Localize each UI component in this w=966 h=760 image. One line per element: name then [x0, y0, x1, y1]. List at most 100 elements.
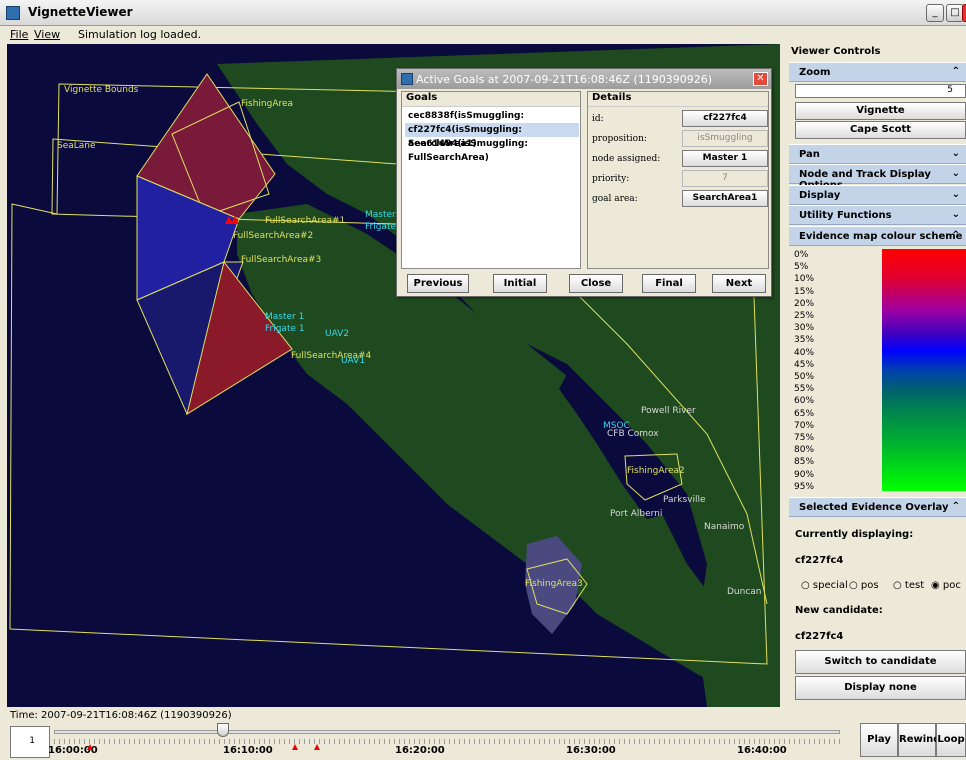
map-unit-label[interactable]: Frigate 1 [265, 324, 305, 334]
event-marker[interactable] [87, 744, 93, 750]
viewer-controls-panel: Viewer Controls Zoom ⌃ 5 Vignette Cape S… [789, 44, 966, 707]
radio-special[interactable]: ○ special [801, 580, 848, 591]
percent-label: 75% [794, 433, 815, 443]
map-label: FishingArea [241, 99, 294, 109]
section-overlay-label: Selected Evidence Overlay [799, 502, 949, 513]
map-unit-label[interactable]: Master [365, 210, 396, 220]
percent-label: 20% [794, 298, 815, 309]
tick-label: 16:40:00 [737, 745, 787, 756]
rewind-button[interactable]: Rewind [898, 723, 940, 757]
dialog-icon [401, 73, 413, 85]
id-value-button[interactable]: cf227fc4 [682, 110, 768, 127]
new-candidate-label: New candidate: [795, 605, 883, 616]
next-button[interactable]: Next [712, 274, 766, 293]
map-label: SeaLane [57, 141, 96, 151]
final-button[interactable]: Final [642, 274, 696, 293]
node-assigned-label: node assigned: [592, 154, 661, 164]
section-evidence-colour[interactable]: Evidence map colour scheme ⌃ [789, 226, 966, 246]
percent-label: 15% [794, 286, 815, 297]
timeline-track[interactable] [54, 730, 840, 734]
app-icon [6, 6, 20, 20]
section-pan-label: Pan [799, 149, 820, 160]
event-marker[interactable] [292, 744, 298, 750]
dialog-close-icon[interactable]: ✕ [753, 72, 768, 86]
map-label: FishingArea3 [525, 579, 583, 589]
map-label: FishingArea2 [627, 466, 685, 476]
section-pan[interactable]: Pan ⌄ [789, 144, 966, 164]
chevron-up-icon: ⌃ [951, 230, 960, 241]
map-label: Vignette Bounds [64, 85, 139, 95]
dialog-title-bar[interactable]: Active Goals at 2007-09-21T16:08:46Z (11… [397, 69, 771, 89]
percent-label: 60% [794, 396, 815, 407]
event-marker[interactable] [314, 744, 320, 750]
percent-label: 95% [794, 481, 815, 492]
chevron-up-icon: ⌃ [951, 501, 960, 512]
close-window-button[interactable] [962, 4, 966, 22]
section-zoom-label: Zoom [799, 67, 831, 78]
proposition-label: proposition: [592, 134, 647, 144]
minimize-button[interactable]: _ [926, 4, 944, 22]
radio-test[interactable]: ○ test [893, 580, 924, 591]
evidence-colour-bar [882, 249, 966, 491]
goal-item[interactable]: cec8838f(isSmuggling: SearchArea2) [405, 109, 579, 135]
loop-button[interactable]: Loop [936, 723, 966, 757]
vignette-button[interactable]: Vignette [795, 102, 966, 120]
menu-bar: File View Simulation log loaded. [0, 26, 966, 44]
percent-label: 70% [794, 420, 815, 431]
display-none-button[interactable]: Display none [795, 676, 966, 700]
map-city-label: Duncan [727, 587, 762, 597]
section-display[interactable]: Display ⌄ [789, 185, 966, 205]
priority-value: 7 [682, 170, 768, 187]
switch-to-candidate-button[interactable]: Switch to candidate [795, 650, 966, 674]
menu-file[interactable]: File [10, 28, 28, 41]
section-evidence-overlay[interactable]: Selected Evidence Overlay ⌃ [789, 497, 966, 517]
menu-view[interactable]: View [34, 28, 60, 41]
percent-label: 85% [794, 457, 815, 468]
tick-label: 16:10:00 [223, 745, 273, 756]
previous-button[interactable]: Previous [407, 274, 469, 293]
map-unit-label[interactable]: UAV1 [341, 356, 365, 366]
map-label: FullSearchArea#1 [265, 216, 346, 226]
goal-item[interactable]: aee61494(isSmuggling: FullSearchArea) [405, 137, 579, 163]
timeline-thumb[interactable] [216, 723, 229, 737]
chevron-down-icon: ⌄ [951, 189, 960, 200]
map-unit-label[interactable]: Frigate [365, 222, 396, 232]
radio-poc-label: poc [942, 580, 961, 591]
section-node-track[interactable]: Node and Track Display Options ⌄ [789, 164, 966, 191]
radio-pos[interactable]: ○ pos [849, 580, 879, 591]
section-display-label: Display [799, 190, 841, 201]
play-button[interactable]: Play [860, 723, 898, 757]
map-unit-label[interactable]: Master 1 [265, 312, 304, 322]
menu-file-label: File [10, 28, 29, 41]
section-utility[interactable]: Utility Functions ⌄ [789, 205, 966, 225]
cape-scott-button[interactable]: Cape Scott [795, 121, 966, 139]
goal-area-button[interactable]: SearchArea1 [682, 190, 768, 207]
map-unit-label[interactable]: UAV2 [325, 329, 349, 339]
zoom-spinner[interactable]: 5 [795, 84, 966, 98]
timeline-panel: Time: 2007-09-21T16:08:46Z (1190390926) … [0, 707, 966, 760]
map-label: FullSearchArea#3 [241, 255, 322, 265]
percent-label: 65% [794, 408, 815, 419]
map-city-label: Powell River [641, 406, 696, 416]
details-header: Details [588, 92, 768, 107]
step-spinner[interactable]: 1 [10, 726, 50, 758]
percent-label: 35% [794, 335, 815, 346]
close-button[interactable]: Close [569, 274, 623, 293]
section-utility-label: Utility Functions [799, 210, 892, 221]
priority-label: priority: [592, 174, 630, 184]
section-zoom[interactable]: Zoom ⌃ [789, 62, 966, 82]
chevron-down-icon: ⌄ [951, 209, 960, 220]
goal-item-selected[interactable]: cf227fc4(isSmuggling: SearchArea1) [405, 123, 579, 149]
app-window: VignetteViewer _ □ File View Simulation … [0, 0, 966, 760]
tick-label: 16:30:00 [566, 745, 616, 756]
window-title: VignetteViewer [28, 5, 133, 19]
initial-button[interactable]: Initial [493, 274, 547, 293]
map-city-label: Parksville [663, 495, 706, 505]
map-city-label: Nanaimo [704, 522, 745, 532]
percent-label: 5% [794, 262, 809, 273]
percent-label: 30% [794, 323, 815, 334]
radio-poc[interactable]: ◉ poc [931, 580, 961, 591]
node-assigned-button[interactable]: Master 1 [682, 150, 768, 167]
title-bar: VignetteViewer _ □ [0, 0, 966, 26]
status-message: Simulation log loaded. [78, 28, 202, 41]
